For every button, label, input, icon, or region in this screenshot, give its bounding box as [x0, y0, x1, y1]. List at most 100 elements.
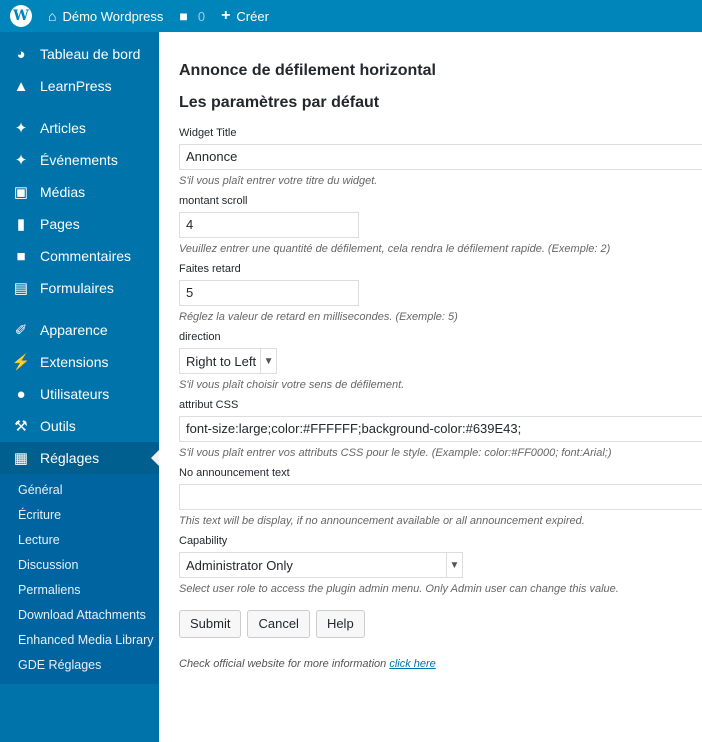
field-capability: Capability Administrator Only ▼ Select u…	[179, 534, 702, 596]
sidebar-item-label: Extensions	[40, 354, 109, 370]
footer-text: Check official website for more informat…	[179, 658, 387, 670]
submenu-item-download-attachments[interactable]: Download Attachments	[0, 603, 159, 628]
sidebar-item-label: Apparence	[40, 322, 108, 338]
direction-select[interactable]: Right to Left ▼	[179, 348, 278, 374]
submenu-item-general[interactable]: Général	[0, 478, 159, 503]
sidebar-item-label: Commentaires	[40, 248, 132, 264]
page-icon: ▮	[16, 216, 26, 233]
settings-icon: ▦	[13, 450, 29, 467]
section-heading: Les paramètres par défaut	[179, 94, 380, 111]
field-no-announcement: No announcement text This text will be d…	[179, 466, 702, 528]
new-content-link[interactable]: + Créer	[213, 0, 277, 32]
chevron-down-icon: ▼	[260, 349, 276, 373]
wordpress-logo-icon: W	[10, 5, 32, 27]
submenu-item-enhanced-media-library[interactable]: Enhanced Media Library	[0, 628, 159, 653]
page-title: Annonce de défilement horizontal	[179, 62, 436, 79]
sidebar-item-outils[interactable]: ⚒ Outils	[0, 410, 159, 442]
scroll-amount-help: Veuillez entrer une quantité de défileme…	[179, 243, 611, 255]
no-announcement-input[interactable]	[179, 484, 702, 510]
comment-count: 0	[197, 8, 206, 24]
official-website-link[interactable]: click here	[389, 658, 435, 670]
delay-label: Faites retard	[179, 263, 241, 275]
field-css: attribut CSS font-size:large;color:#FFFF…	[179, 398, 702, 460]
sidebar-item-label: LearnPress	[40, 78, 112, 94]
pushpin-icon: ✦	[14, 152, 28, 169]
field-direction: direction Right to Left ▼ S'il vous plaî…	[179, 330, 702, 392]
sidebar-item-label: Réglages	[40, 450, 100, 466]
sidebar-item-label: Pages	[40, 216, 80, 232]
admin-bar: W ⌂ Démo Wordpress ■ 0 + Créer	[0, 0, 702, 32]
media-icon: ▣	[13, 184, 29, 201]
sidebar-item-dashboard[interactable]: ◕ Tableau de bord	[0, 38, 159, 70]
sidebar-item-commentaires[interactable]: ■ Commentaires	[0, 240, 159, 272]
sidebar-item-medias[interactable]: ▣ Médias	[0, 176, 159, 208]
submenu-item-ecriture[interactable]: Écriture	[0, 503, 159, 528]
sidebar-item-articles[interactable]: ✦ Articles	[0, 112, 159, 144]
sidebar-item-label: Formulaires	[40, 280, 114, 296]
capability-label: Capability	[179, 535, 228, 547]
new-label: Créer	[236, 8, 269, 24]
sidebar-item-pages[interactable]: ▮ Pages	[0, 208, 159, 240]
scroll-amount-input[interactable]: 4	[179, 212, 359, 238]
plus-icon: +	[221, 7, 231, 24]
sidebar-item-reglages[interactable]: ▦ Réglages	[0, 442, 159, 474]
no-announcement-help: This text will be display, if no announc…	[179, 515, 585, 527]
users-icon: ●	[16, 385, 26, 403]
graduation-cap-icon: ▲	[13, 77, 29, 95]
sidebar-item-label: Médias	[40, 184, 86, 200]
submit-button[interactable]: Submit	[179, 610, 242, 638]
css-input[interactable]: font-size:large;color:#FFFFFF;background…	[179, 416, 702, 442]
site-name: Démo Wordpress	[62, 8, 164, 24]
field-scroll-amount: montant scroll 4 Veuillez entrer une qua…	[179, 194, 702, 256]
sidebar-item-label: Utilisateurs	[40, 386, 110, 402]
chevron-down-icon: ▼	[446, 553, 462, 577]
direction-label: direction	[179, 331, 221, 343]
comments-link[interactable]: ■ 0	[171, 0, 213, 32]
capability-select[interactable]: Administrator Only ▼	[179, 552, 463, 578]
settings-form: Widget Title Annonce S'il vous plaît ent…	[179, 126, 702, 670]
sidebar-item-formulaires[interactable]: ▤ Formulaires	[0, 272, 159, 304]
footer-note: Check official website for more informat…	[179, 658, 702, 670]
field-delay: Faites retard 5 Réglez la valeur de reta…	[179, 262, 702, 324]
sidebar-item-apparence[interactable]: ✐ Apparence	[0, 314, 159, 346]
wp-logo-button[interactable]: W	[0, 0, 40, 32]
submenu-item-lecture[interactable]: Lecture	[0, 528, 159, 553]
form-buttons: Submit Cancel Help	[179, 610, 702, 638]
comment-icon: ■	[16, 247, 26, 265]
delay-input[interactable]: 5	[179, 280, 359, 306]
pushpin-icon: ✦	[14, 120, 28, 137]
direction-help: S'il vous plaît choisir votre sens de dé…	[179, 379, 405, 391]
capability-select-value: Administrator Only	[186, 557, 293, 573]
capability-help: Select user role to access the plugin ad…	[179, 583, 619, 595]
field-widget-title: Widget Title Annonce S'il vous plaît ent…	[179, 126, 702, 188]
help-button[interactable]: Help	[315, 610, 365, 638]
submenu-item-discussion[interactable]: Discussion	[0, 553, 159, 578]
submenu-item-permaliens[interactable]: Permaliens	[0, 578, 159, 603]
sidebar-item-evenements[interactable]: ✦ Événements	[0, 144, 159, 176]
site-name-link[interactable]: ⌂ Démo Wordpress	[40, 0, 171, 32]
sidebar-item-label: Articles	[40, 120, 86, 136]
no-announcement-label: No announcement text	[179, 467, 290, 479]
cancel-button[interactable]: Cancel	[247, 610, 310, 638]
plugin-icon: ⚡	[11, 354, 31, 371]
css-help: S'il vous plaît entrer vos attributs CSS…	[179, 447, 612, 459]
sidebar-item-utilisateurs[interactable]: ● Utilisateurs	[0, 378, 159, 410]
submenu-item-gde-reglages[interactable]: GDE Réglages	[0, 653, 159, 678]
widget-title-help: S'il vous plaît entrer votre titre du wi…	[179, 175, 378, 187]
sidebar-item-extensions[interactable]: ⚡ Extensions	[0, 346, 159, 378]
sidebar-item-label: Outils	[40, 418, 76, 434]
sidebar-item-label: Événements	[40, 152, 118, 168]
delay-help: Réglez la valeur de retard en millisecon…	[179, 311, 458, 323]
widget-title-label: Widget Title	[179, 127, 237, 139]
widget-title-input[interactable]: Annonce	[179, 144, 702, 170]
form-icon: ▤	[13, 280, 29, 297]
comment-icon: ■	[179, 8, 188, 24]
direction-select-value: Right to Left	[186, 353, 257, 369]
wrench-icon: ⚒	[14, 418, 28, 435]
sidebar-item-learnpress[interactable]: ▲ LearnPress	[0, 70, 159, 102]
dashboard-icon: ◕	[16, 45, 26, 63]
paintbrush-icon: ✐	[14, 322, 28, 339]
main-content: Annonce de défilement horizontal Les par…	[159, 32, 702, 742]
settings-submenu: Général Écriture Lecture Discussion Perm…	[0, 474, 159, 684]
css-label: attribut CSS	[179, 399, 239, 411]
